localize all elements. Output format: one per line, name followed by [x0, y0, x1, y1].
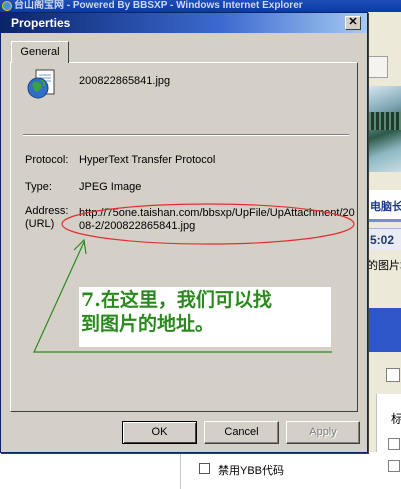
- form-checkbox-2[interactable]: [388, 460, 400, 472]
- address-value[interactable]: http://75one.taishan.com/bbsxp/UpFile/Up…: [79, 207, 357, 233]
- protocol-value: HyperText Transfer Protocol: [79, 154, 216, 166]
- protocol-label: Protocol:: [25, 154, 69, 166]
- annotation-line-2: 到图片的地址。: [81, 313, 215, 335]
- apply-button: Apply: [286, 421, 360, 444]
- disable-ybb-checkbox[interactable]: [199, 463, 210, 474]
- annotation-callout: 7.在这里，我们可以找 到图片的地址。: [79, 287, 331, 347]
- tab-general[interactable]: General: [11, 41, 69, 63]
- dialog-titlebar: Properties ✕: [1, 13, 367, 33]
- banner-heading: 电脑长: [370, 201, 401, 213]
- file-name: 200822865841.jpg: [79, 75, 171, 87]
- general-panel: [10, 62, 358, 412]
- banner-stripe: [366, 112, 401, 130]
- ok-button[interactable]: OK: [122, 421, 197, 444]
- page-text-snippet: 的图片地: [367, 260, 401, 272]
- close-button[interactable]: ✕: [345, 16, 361, 30]
- divider: [23, 134, 349, 136]
- disable-ybb-label: 禁用YBB代码: [218, 465, 285, 477]
- form-label: 标: [391, 412, 401, 426]
- browser-titlebar: 台山阁宝网 - Powered By BBSXP - Windows Inter…: [0, 0, 401, 12]
- browser-title: 台山阁宝网 - Powered By BBSXP - Windows Inter…: [14, 0, 303, 11]
- cancel-button[interactable]: Cancel: [204, 421, 279, 444]
- page-checkbox[interactable]: [386, 368, 400, 382]
- clock-box: 5:02: [366, 228, 401, 250]
- type-label: Type:: [25, 181, 52, 193]
- image-file-icon: [27, 69, 55, 99]
- form-checkbox-1[interactable]: [388, 438, 400, 450]
- properties-dialog: Properties ✕ General 200822865841.jpg Pr…: [0, 12, 368, 453]
- banner-heading-box: 电脑长: [366, 190, 401, 222]
- url-label: (URL): [25, 218, 55, 230]
- type-value: JPEG Image: [79, 181, 142, 193]
- ie-icon: [2, 1, 12, 11]
- clock-text: 5:02: [370, 233, 395, 247]
- dialog-title: Properties: [11, 16, 71, 30]
- address-label: Address:: [25, 205, 69, 217]
- annotation-line-1: 7.在这里，我们可以找: [81, 289, 272, 311]
